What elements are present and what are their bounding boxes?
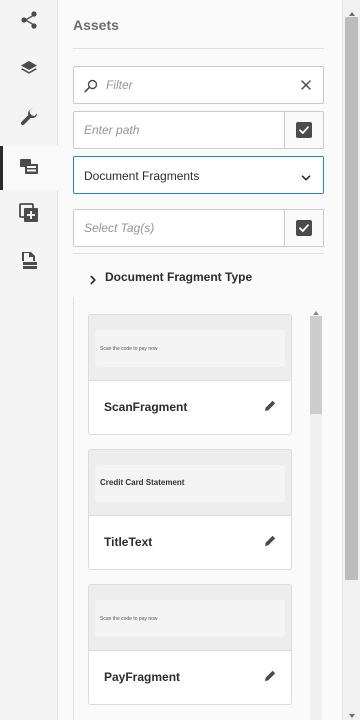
edit-icon[interactable] [264, 399, 276, 411]
thumbnail-text: Scan the code to pay now [100, 346, 158, 352]
divider [73, 48, 324, 49]
share-icon [19, 10, 39, 35]
fragment-thumbnail: Scan the code to pay now [89, 585, 291, 651]
tag-picker: Select Tag(s) [73, 209, 324, 247]
thumbnail-text: Scan the code to pay now [100, 616, 158, 622]
fragment-name: PayFragment [104, 670, 181, 684]
fragment-thumbnail: Scan the code to pay now [89, 315, 291, 381]
accordion-label: Document Fragment Type [105, 270, 253, 284]
rail-document-stack-button[interactable] [0, 241, 58, 285]
tags-placeholder: Select Tag(s) [84, 221, 155, 235]
assets-icon [19, 156, 39, 181]
divider [73, 253, 324, 254]
rail-assets-button[interactable] [0, 146, 58, 190]
chevron-down-icon [301, 170, 311, 181]
checkmark-icon [296, 122, 312, 138]
fragment-thumbnail: Credit Card Statement [89, 450, 291, 516]
document-stack-icon [19, 251, 39, 276]
select-value: Document Fragments [84, 169, 200, 183]
path-placeholder: Enter path [84, 123, 140, 137]
edit-icon[interactable] [264, 534, 276, 546]
chevron-right-icon [88, 272, 98, 285]
fragment-name: TitleText [104, 535, 153, 549]
path-input[interactable]: Enter path [73, 111, 285, 149]
accordion-guide-line [73, 297, 74, 720]
scrollbar-thumb[interactable] [345, 17, 358, 580]
assets-panel: Assets Filter Enter path Document Fragme… [58, 0, 342, 720]
tags-input[interactable]: Select Tag(s) [73, 209, 285, 247]
rail-tools-button[interactable] [0, 97, 58, 141]
panel-title: Assets [73, 17, 119, 33]
fragment-card[interactable]: Credit Card Statement TitleText [88, 449, 292, 570]
checkmark-icon [296, 220, 312, 236]
add-fragment-icon [19, 202, 39, 228]
rail-add-fragment-button[interactable] [0, 193, 58, 237]
rail-layers-button[interactable] [0, 49, 58, 93]
scroll-up-icon[interactable] [312, 304, 320, 315]
path-picker: Enter path [73, 111, 324, 149]
fragment-name: ScanFragment [104, 400, 188, 414]
filter-field[interactable]: Filter [73, 66, 324, 104]
fragment-card[interactable]: Scan the code to pay now ScanFragment [88, 314, 292, 435]
fragment-card[interactable]: Scan the code to pay now PayFragment [88, 584, 292, 705]
scrollbar-thumb[interactable] [310, 316, 322, 414]
side-rail [0, 0, 58, 720]
scroll-down-icon[interactable] [348, 707, 356, 718]
close-icon[interactable] [299, 78, 313, 92]
filter-input[interactable]: Filter [106, 78, 133, 92]
tags-confirm-button[interactable] [285, 209, 324, 247]
layers-icon [19, 59, 39, 84]
fragment-type-select[interactable]: Document Fragments [73, 156, 324, 194]
panel-scrollbar[interactable] [342, 0, 360, 720]
edit-icon[interactable] [264, 669, 276, 681]
search-icon [84, 79, 98, 93]
wrench-icon [19, 107, 39, 132]
fragment-list-scrollbar[interactable] [310, 304, 322, 720]
path-confirm-button[interactable] [285, 111, 324, 149]
fragment-type-accordion[interactable]: Document Fragment Type [88, 268, 252, 286]
thumbnail-text: Credit Card Statement [100, 478, 185, 487]
rail-share-button[interactable] [0, 0, 58, 44]
scroll-up-icon[interactable] [348, 5, 356, 16]
